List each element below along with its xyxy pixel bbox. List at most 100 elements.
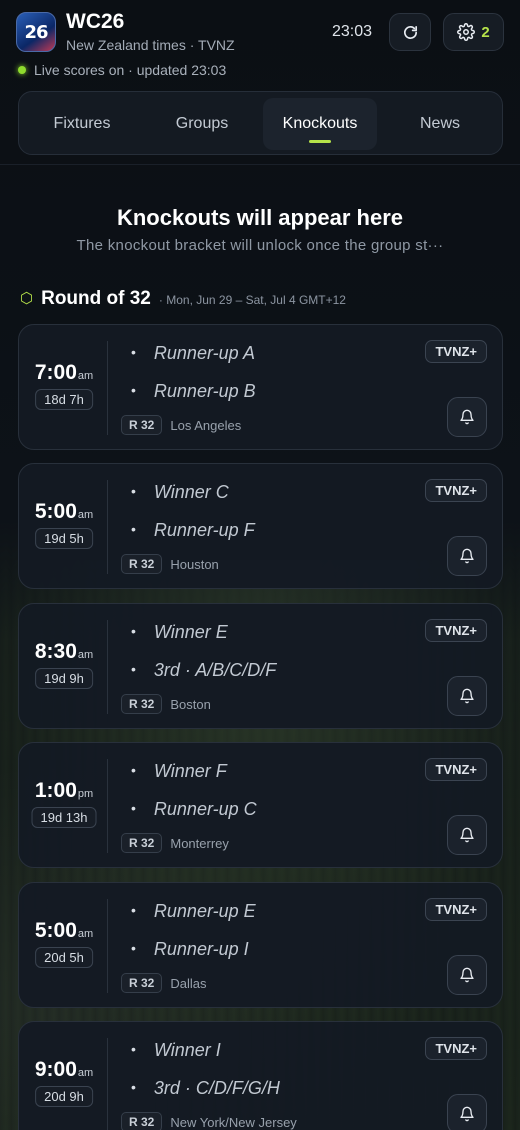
kickoff-ampm: am (77, 370, 94, 382)
team-away: • 3rd · A/B/C/D/F (131, 660, 277, 680)
tab-bar: Fixtures Groups Knockouts News (18, 91, 503, 155)
tab-groups[interactable]: Groups (147, 98, 257, 150)
kickoff-block: 5:00am 20d 5h (19, 883, 109, 1009)
gear-icon (457, 23, 476, 41)
notify-button[interactable] (447, 955, 487, 995)
countdown-badge: 20d 9h (35, 1086, 93, 1107)
team-name: 3rd · A/B/C/D/F (153, 660, 277, 680)
bell-icon (460, 827, 474, 843)
kickoff-block: 8:30am 19d 9h (19, 604, 109, 730)
match-meta: R 32 Houston (121, 554, 219, 574)
match-card[interactable]: 7:00am 18d 7h • Runner-up A • Runner-up B … (18, 324, 503, 450)
match-card[interactable]: 9:00am 20d 9h • Winner I • 3rd · C/D/F/G/H… (18, 1021, 503, 1130)
divider (107, 759, 108, 853)
team-name: Runner-up F (153, 520, 255, 540)
kickoff-ampm: am (77, 649, 94, 661)
countdown-badge: 19d 13h (31, 807, 97, 828)
notify-button[interactable] (447, 676, 487, 716)
knockouts-empty-subtitle: The knockout bracket will unlock once th… (76, 237, 444, 254)
divider (107, 620, 108, 714)
refresh-button[interactable] (389, 13, 431, 51)
kickoff-ampm: am (77, 1067, 94, 1079)
app-title: WC26 (66, 10, 125, 33)
app-subtitle: New Zealand times · TVNZ (66, 37, 235, 53)
team-home: • Runner-up A (131, 343, 255, 363)
team-home: • Runner-up E (131, 901, 256, 921)
match-meta: R 32 Dallas (121, 973, 206, 993)
bell-icon (460, 967, 474, 983)
tab-news[interactable]: News (385, 98, 495, 150)
match-card[interactable]: 5:00am 19d 5h • Winner C • Runner-up F R 3… (18, 463, 503, 589)
team-name: Winner I (153, 1040, 221, 1060)
match-card[interactable]: 8:30am 19d 9h • Winner E • 3rd · A/B/C/D/F… (18, 603, 503, 729)
current-time: 23:03 (332, 23, 373, 40)
team-home: • Winner E (131, 622, 228, 642)
kickoff-block: 1:00pm 19d 13h (19, 743, 109, 869)
notify-button[interactable] (447, 397, 487, 437)
kickoff-time-value: 5:00 (34, 500, 77, 523)
kickoff-ampm: pm (77, 788, 94, 800)
divider (107, 480, 108, 574)
tab-fixtures[interactable]: Fixtures (27, 98, 137, 150)
kickoff-time: 5:00am (19, 919, 109, 943)
team-name: Runner-up B (153, 381, 256, 401)
kickoff-time: 1:00pm (19, 779, 109, 803)
team-home: • Winner F (131, 761, 227, 781)
team-home: • Winner I (131, 1040, 221, 1060)
live-indicator-dot (18, 66, 26, 74)
broadcaster-badge: TVNZ+ (425, 619, 487, 642)
tab-knockouts[interactable]: Knockouts (263, 98, 377, 150)
kickoff-ampm: am (77, 509, 94, 521)
kickoff-time-value: 8:30 (34, 640, 77, 663)
broadcaster-badge: TVNZ+ (425, 758, 487, 781)
kickoff-ampm: am (77, 928, 94, 940)
kickoff-time-value: 5:00 (34, 919, 77, 942)
match-card[interactable]: 5:00am 20d 5h • Runner-up E • Runner-up I … (18, 882, 503, 1008)
match-meta: R 32 Los Angeles (121, 415, 241, 435)
match-card[interactable]: 1:00pm 19d 13h • Winner F • Runner-up C R … (18, 742, 503, 868)
team-away: • Runner-up B (131, 381, 256, 401)
countdown-badge: 20d 5h (35, 947, 93, 968)
round-title: Round of 32 (41, 288, 151, 309)
venue: Boston (170, 696, 211, 712)
team-name: Runner-up E (153, 901, 256, 921)
match-meta: R 32 New York/New Jersey (121, 1112, 297, 1130)
venue: Dallas (170, 975, 207, 991)
notify-button[interactable] (447, 1094, 487, 1130)
team-name: Winner E (153, 622, 228, 642)
round-dates: · Mon, Jun 29 – Sat, Jul 4 GMT+12 (158, 293, 346, 307)
match-meta: R 32 Monterrey (121, 833, 229, 853)
venue: New York/New Jersey (170, 1114, 297, 1130)
team-name: Runner-up A (153, 343, 255, 363)
divider (107, 899, 108, 993)
team-name: Winner C (153, 482, 229, 502)
tab-label: News (419, 115, 460, 132)
round-tag: R 32 (121, 833, 163, 853)
live-status: Live scores on · updated 23:03 (18, 62, 226, 78)
team-name: 3rd · C/D/F/G/H (153, 1078, 280, 1098)
round-tag: R 32 (121, 694, 163, 714)
venue: Houston (170, 556, 219, 572)
team-away: • Runner-up F (131, 520, 255, 540)
team-away: • Runner-up I (131, 939, 249, 959)
hexagon-icon: ⬡ (20, 290, 34, 307)
tab-label: Fixtures (53, 115, 111, 132)
bell-icon (460, 409, 474, 425)
countdown-badge: 18d 7h (35, 389, 93, 410)
refresh-icon (403, 25, 417, 39)
match-meta: R 32 Boston (121, 694, 211, 714)
round-header: ⬡ Round of 32 · Mon, Jun 29 – Sat, Jul 4… (20, 288, 346, 310)
knockouts-empty-title: Knockouts will appear here (116, 205, 404, 230)
kickoff-block: 9:00am 20d 9h (19, 1022, 109, 1130)
bell-icon (460, 1106, 474, 1122)
team-away: • 3rd · C/D/F/G/H (131, 1078, 280, 1098)
notify-button[interactable] (447, 815, 487, 855)
bell-icon (460, 688, 474, 704)
settings-button[interactable]: 2 (443, 13, 504, 51)
app-header: 26 WC26 New Zealand times · TVNZ 23:03 2 (16, 10, 504, 56)
notify-button[interactable] (447, 536, 487, 576)
logo-text: 26 (24, 21, 48, 43)
countdown-badge: 19d 5h (35, 528, 93, 549)
live-status-text: Live scores on · updated 23:03 (34, 62, 227, 78)
tab-label: Groups (175, 115, 229, 132)
